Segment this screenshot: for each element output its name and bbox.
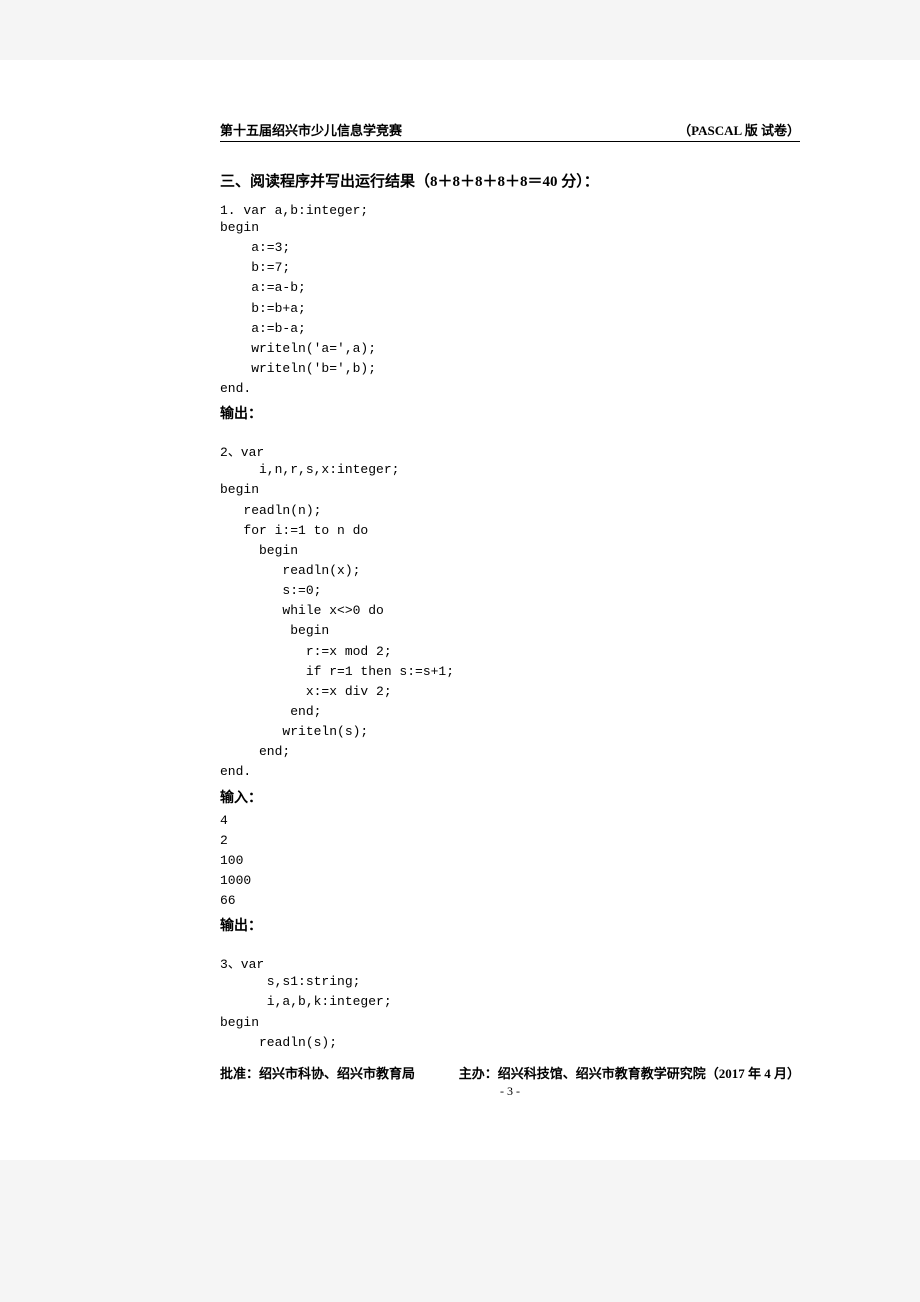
- spacer: [220, 939, 800, 953]
- page-header: 第十五届绍兴市少儿信息学竞赛 （PASCAL 版 试卷）: [220, 120, 800, 142]
- q3-code: s,s1:string; i,a,b,k:integer; begin read…: [220, 972, 800, 1053]
- q3-label: 3、var: [220, 953, 800, 972]
- page-footer: 批准：绍兴市科协、绍兴市教育局 主办：绍兴科技馆、绍兴市教育教学研究院（2017…: [220, 1063, 800, 1082]
- q1-output-label: 输出：: [220, 403, 800, 423]
- section-title: 三、阅读程序并写出运行结果（8＋8＋8＋8＋8＝40 分）：: [220, 170, 800, 191]
- header-right: （PASCAL 版 试卷）: [678, 120, 800, 139]
- footer-right: 主办：绍兴科技馆、绍兴市教育教学研究院（2017 年 4 月）: [459, 1063, 800, 1082]
- header-left: 第十五届绍兴市少儿信息学竞赛: [220, 120, 402, 139]
- q2-label: 2、var: [220, 441, 800, 460]
- footer-left: 批准：绍兴市科协、绍兴市教育局: [220, 1063, 415, 1082]
- q2-input-values: 4 2 100 1000 66: [220, 811, 800, 912]
- q1-label: 1. var a,b:integer;: [220, 203, 800, 218]
- q1-code: begin a:=3; b:=7; a:=a-b; b:=b+a; a:=b-a…: [220, 218, 800, 399]
- spacer: [220, 427, 800, 441]
- q2-code: i,n,r,s,x:integer; begin readln(n); for …: [220, 460, 800, 782]
- q2-input-label: 输入：: [220, 787, 800, 807]
- q2-output-label: 输出：: [220, 915, 800, 935]
- page-number: - 3 -: [220, 1084, 800, 1099]
- document-page: 第十五届绍兴市少儿信息学竞赛 （PASCAL 版 试卷） 三、阅读程序并写出运行…: [0, 60, 920, 1160]
